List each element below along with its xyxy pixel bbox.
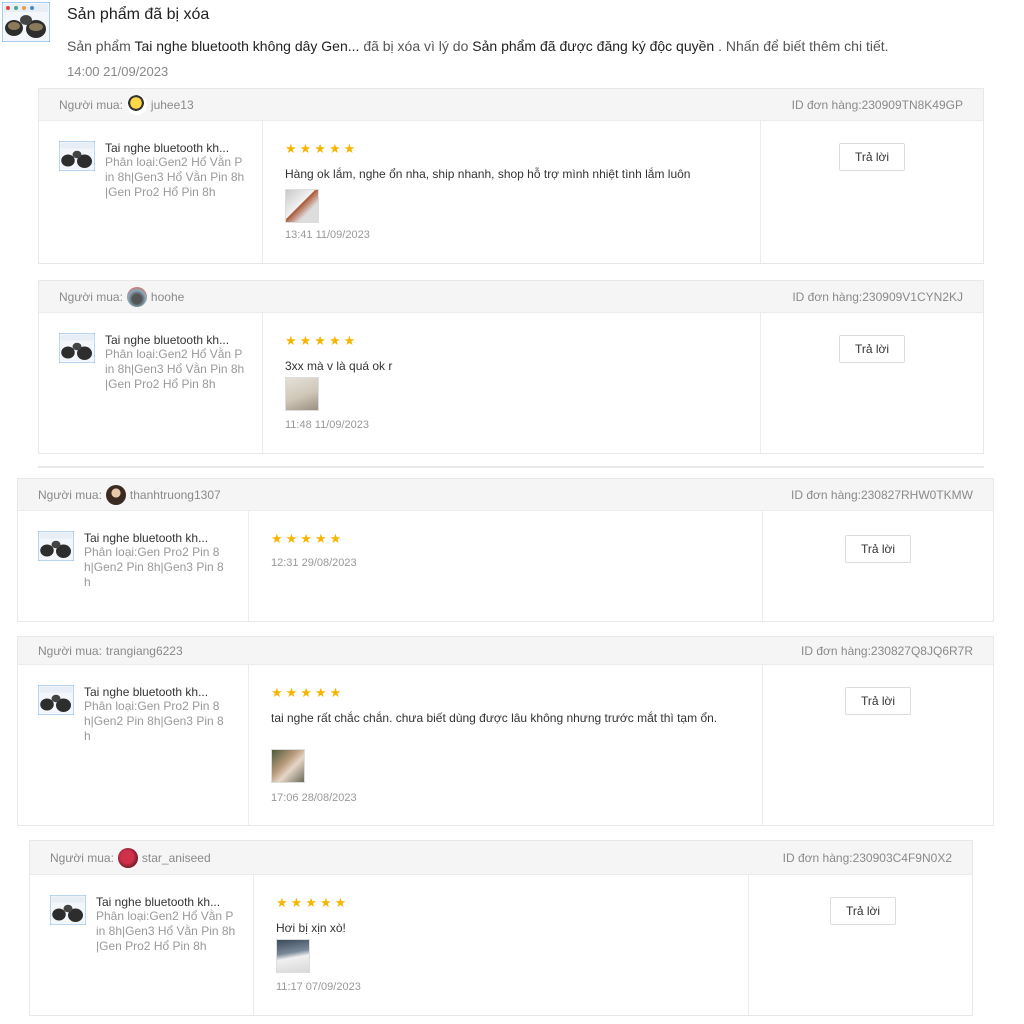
reply-button[interactable]: Trả lời	[845, 687, 911, 715]
review-card: Người mua: juhee13 ID đơn hàng:230909TN8…	[38, 88, 984, 264]
review-photo[interactable]	[285, 189, 319, 223]
order-id: ID đơn hàng:230909TN8K49GP	[791, 98, 963, 112]
review-card: Người mua: star_aniseed ID đơn hàng:2309…	[29, 840, 973, 1016]
review-text: Hơi bị xịn xò!	[276, 921, 346, 935]
buyer-label: Người mua:	[38, 644, 102, 658]
review-time: 13:41 11/09/2023	[285, 229, 370, 241]
buyer-name[interactable]: thanhtruong1307	[130, 488, 221, 502]
message-prefix: Sản phẩm	[67, 38, 131, 54]
product-column: Tai nghe bluetooth kh... Phân loại:Gen P…	[18, 511, 249, 621]
review-column: ★★★★★ Hơi bị xịn xò! 11:17 07/09/2023	[254, 875, 749, 1015]
message-suffix: . Nhấn để biết thêm chi tiết.	[718, 38, 889, 54]
review-photo[interactable]	[271, 749, 305, 783]
buyer-info: Người mua: star_aniseed	[50, 848, 211, 868]
buyer-avatar[interactable]	[105, 485, 126, 505]
product-name[interactable]: Tai nghe bluetooth kh...	[84, 531, 208, 545]
review-card-body: Tai nghe bluetooth kh... Phân loại:Gen2 …	[39, 121, 983, 263]
product-variant: Phân loại:Gen2 Hổ Vằn Pin 8h|Gen3 Hổ Vằn…	[105, 347, 245, 391]
rating-stars: ★★★★★	[285, 333, 359, 348]
rating-stars: ★★★★★	[285, 141, 359, 156]
product-column: Tai nghe bluetooth kh... Phân loại:Gen P…	[18, 665, 249, 825]
product-name[interactable]: Tai nghe bluetooth kh...	[105, 141, 229, 155]
deleted-product-notification[interactable]: Sản phẩm đã bị xóa Sản phẩm Tai nghe blu…	[0, 0, 1024, 86]
notification-message: Sản phẩm Tai nghe bluetooth không dây Ge…	[67, 38, 889, 54]
review-time: 11:17 07/09/2023	[276, 981, 361, 993]
buyer-avatar[interactable]	[126, 287, 147, 307]
notification-title: Sản phẩm đã bị xóa	[67, 6, 210, 23]
product-thumbnail-icon	[59, 141, 95, 171]
rating-stars: ★★★★★	[276, 895, 350, 910]
product-thumbnail-icon	[50, 895, 86, 925]
review-card-body: Tai nghe bluetooth kh... Phân loại:Gen P…	[18, 511, 993, 621]
product-name[interactable]: Tai nghe bluetooth kh...	[96, 895, 220, 909]
buyer-label: Người mua:	[38, 488, 102, 502]
buyer-label: Người mua:	[59, 98, 123, 112]
buyer-info: Người mua: thanhtruong1307	[38, 485, 221, 505]
review-card-header: Người mua: trangiang6223 ID đơn hàng:230…	[18, 637, 993, 665]
buyer-name[interactable]: juhee13	[151, 98, 194, 112]
notification-time: 14:00 21/09/2023	[67, 64, 169, 79]
product-thumbnail-icon	[2, 2, 50, 42]
message-reason: Sản phẩm đã được đăng ký độc quyền	[472, 38, 715, 54]
order-id: ID đơn hàng:230909V1CYN2KJ	[792, 290, 963, 304]
review-photo[interactable]	[276, 939, 310, 973]
product-column: Tai nghe bluetooth kh... Phân loại:Gen2 …	[30, 875, 254, 1015]
rating-stars: ★★★★★	[271, 531, 345, 546]
reply-button[interactable]: Trả lời	[839, 143, 905, 171]
buyer-info: Người mua: juhee13	[59, 95, 194, 115]
product-variant: Phân loại:Gen2 Hổ Vằn Pin 8h|Gen3 Hổ Vằn…	[105, 155, 245, 199]
product-thumbnail-icon	[38, 685, 74, 715]
buyer-label: Người mua:	[59, 290, 123, 304]
order-id: ID đơn hàng:230903C4F9N0X2	[782, 851, 952, 865]
message-middle: đã bị xóa vì lý do	[363, 38, 469, 54]
review-card-body: Tai nghe bluetooth kh... Phân loại:Gen2 …	[30, 875, 972, 1015]
review-column: ★★★★★ Hàng ok lắm, nghe ổn nha, ship nha…	[263, 121, 761, 263]
review-card-body: Tai nghe bluetooth kh... Phân loại:Gen2 …	[39, 313, 983, 453]
order-id: ID đơn hàng:230827Q8JQ6R7R	[801, 644, 973, 658]
product-name[interactable]: Tai nghe bluetooth kh...	[84, 685, 208, 699]
review-card-body: Tai nghe bluetooth kh... Phân loại:Gen P…	[18, 665, 993, 825]
review-text: 3xx mà v là quá ok r	[285, 359, 393, 373]
review-card: Người mua: trangiang6223 ID đơn hàng:230…	[17, 636, 994, 826]
review-time: 12:31 29/08/2023	[271, 557, 357, 569]
review-column: ★★★★★ tai nghe rất chắc chắn. chưa biết …	[249, 665, 763, 825]
review-card-header: Người mua: star_aniseed ID đơn hàng:2309…	[30, 841, 972, 875]
product-variant: Phân loại:Gen Pro2 Pin 8h|Gen2 Pin 8h|Ge…	[84, 699, 224, 743]
reply-button[interactable]: Trả lời	[830, 897, 896, 925]
message-product-name: Tai nghe bluetooth không dây Gen...	[134, 38, 360, 54]
rating-stars: ★★★★★	[271, 685, 345, 700]
product-variant: Phân loại:Gen Pro2 Pin 8h|Gen2 Pin 8h|Ge…	[84, 545, 224, 589]
buyer-avatar[interactable]	[117, 848, 138, 868]
review-card-header: Người mua: thanhtruong1307 ID đơn hàng:2…	[18, 479, 993, 511]
order-id: ID đơn hàng:230827RHW0TKMW	[791, 488, 973, 502]
buyer-name[interactable]: hoohe	[151, 290, 184, 304]
product-column: Tai nghe bluetooth kh... Phân loại:Gen2 …	[39, 121, 263, 263]
review-column: ★★★★★ 3xx mà v là quá ok r 11:48 11/09/2…	[263, 313, 761, 453]
buyer-info: Người mua: trangiang6223	[38, 644, 183, 658]
buyer-avatar[interactable]	[126, 95, 147, 115]
product-thumbnail-icon	[59, 333, 95, 363]
review-card: Người mua: thanhtruong1307 ID đơn hàng:2…	[17, 478, 994, 622]
review-photo[interactable]	[285, 377, 319, 411]
section-divider	[38, 466, 984, 468]
buyer-info: Người mua: hoohe	[59, 287, 184, 307]
buyer-name[interactable]: star_aniseed	[142, 851, 211, 865]
review-time: 11:48 11/09/2023	[285, 419, 370, 431]
review-column: ★★★★★ 12:31 29/08/2023	[249, 511, 763, 621]
review-card-header: Người mua: juhee13 ID đơn hàng:230909TN8…	[39, 89, 983, 121]
reply-button[interactable]: Trả lời	[839, 335, 905, 363]
buyer-label: Người mua:	[50, 851, 114, 865]
review-text: tai nghe rất chắc chắn. chưa biết dùng đ…	[271, 711, 718, 725]
product-column: Tai nghe bluetooth kh... Phân loại:Gen2 …	[39, 313, 263, 453]
reply-button[interactable]: Trả lời	[845, 535, 911, 563]
review-text: Hàng ok lắm, nghe ổn nha, ship nhanh, sh…	[285, 167, 691, 181]
product-thumbnail-icon	[38, 531, 74, 561]
product-name[interactable]: Tai nghe bluetooth kh...	[105, 333, 229, 347]
review-card: Người mua: hoohe ID đơn hàng:230909V1CYN…	[38, 280, 984, 454]
product-variant: Phân loại:Gen2 Hổ Vằn Pin 8h|Gen3 Hổ Vằn…	[96, 909, 236, 953]
review-card-header: Người mua: hoohe ID đơn hàng:230909V1CYN…	[39, 281, 983, 313]
buyer-name[interactable]: trangiang6223	[106, 644, 183, 658]
review-time: 17:06 28/08/2023	[271, 792, 357, 804]
